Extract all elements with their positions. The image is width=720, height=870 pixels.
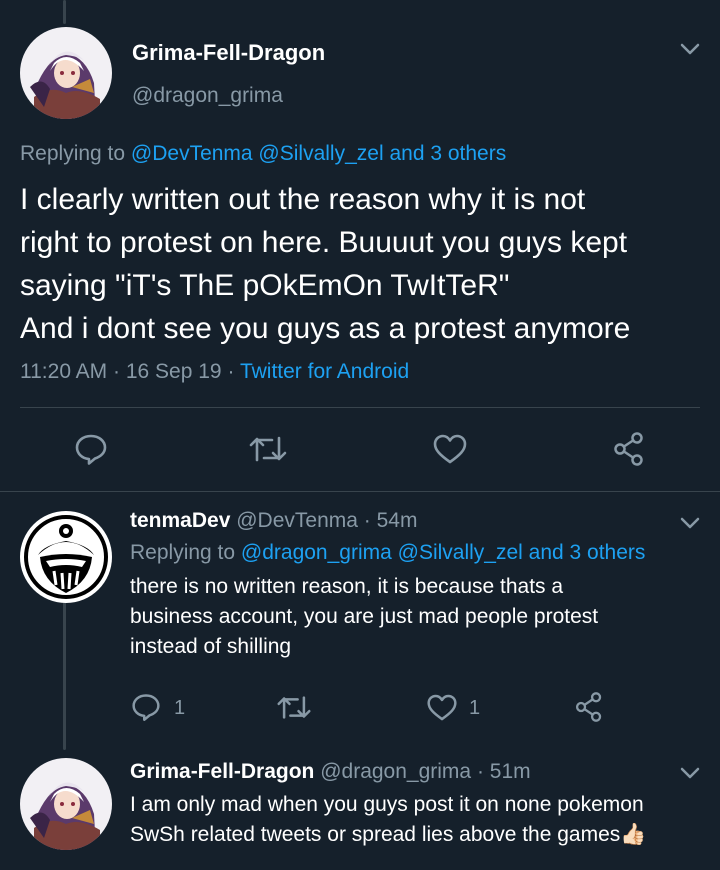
- reply-count: 1: [174, 697, 186, 719]
- thread-line-reply: [63, 600, 66, 750]
- divider: [20, 407, 700, 408]
- reply-icon[interactable]: [74, 432, 108, 466]
- reply-body-line: instead of shilling: [130, 635, 292, 658]
- replying-prefix: Replying to: [20, 142, 126, 165]
- share-icon[interactable]: [612, 431, 646, 467]
- display-name[interactable]: Grima-Fell-Dragon: [130, 760, 314, 783]
- meta-separator: ·: [113, 360, 121, 383]
- reply-body: I am only mad when you guys post it on n…: [130, 790, 646, 850]
- handle[interactable]: @DevTenma: [236, 509, 358, 532]
- tweet-body-line: I clearly written out the reason why it …: [20, 183, 586, 216]
- replying-users-link[interactable]: @DevTenma @Silvally_zel and 3 others: [131, 142, 506, 165]
- mask-avatar-icon: [20, 511, 112, 603]
- chevron-down-icon[interactable]: [679, 766, 701, 780]
- meta-separator: ·: [227, 360, 235, 383]
- replying-prefix: Replying to: [130, 541, 236, 564]
- tweet-date: 16 Sep 19: [125, 360, 222, 383]
- reply-header: tenmaDev @DevTenma · 54m: [130, 509, 417, 533]
- reply-body-line: I am only mad when you guys post it on n…: [130, 793, 644, 816]
- chevron-down-icon[interactable]: [679, 42, 701, 56]
- section-divider: [0, 491, 720, 492]
- reply-body-line: business account, you are just mad peopl…: [130, 605, 599, 628]
- reply-body-line: there is no written reason, it is becaus…: [130, 575, 564, 598]
- reply-header: Grima-Fell-Dragon @dragon_grima · 51m: [130, 760, 531, 784]
- anime-avatar-icon: [20, 758, 112, 850]
- reply-icon[interactable]: [131, 692, 161, 722]
- avatar[interactable]: [20, 511, 112, 603]
- tweet-meta: 11:20 AM · 16 Sep 19 · Twitter for Andro…: [20, 360, 409, 384]
- anime-avatar-icon: [20, 27, 112, 119]
- replying-users-link[interactable]: @dragon_grima @Silvally_zel and 3 others: [241, 541, 646, 564]
- like-icon[interactable]: [432, 433, 468, 465]
- reply-time: 51m: [489, 760, 531, 783]
- retweet-icon[interactable]: [276, 694, 312, 721]
- like-count: 1: [469, 697, 481, 719]
- display-name[interactable]: tenmaDev: [130, 509, 230, 532]
- tweet-body-line: right to protest on here. Buuuut you guy…: [20, 226, 628, 259]
- retweet-icon[interactable]: [248, 434, 288, 464]
- tweet-body-line: And i dont see you guys as a protest any…: [20, 312, 631, 345]
- tweet-source-link[interactable]: Twitter for Android: [240, 360, 409, 383]
- replying-to: Replying to @dragon_grima @Silvally_zel …: [130, 541, 645, 565]
- meta-separator: ·: [476, 760, 484, 783]
- reply-body: there is no written reason, it is becaus…: [130, 572, 598, 662]
- tweet-body: I clearly written out the reason why it …: [20, 178, 710, 350]
- replying-to: Replying to @DevTenma @Silvally_zel and …: [20, 142, 506, 166]
- tweet-time: 11:20 AM: [20, 360, 108, 383]
- reply-body-line: SwSh related tweets or spread lies above…: [130, 823, 621, 846]
- avatar[interactable]: [20, 27, 112, 119]
- meta-separator: ·: [363, 509, 371, 532]
- avatar[interactable]: [20, 758, 112, 850]
- display-name[interactable]: Grima-Fell-Dragon: [132, 40, 325, 66]
- share-icon[interactable]: [574, 691, 604, 723]
- reply-time: 54m: [376, 509, 418, 532]
- tweet-body-line: saying "iT's ThE pOkEmOn TwItTeR": [20, 269, 510, 302]
- like-icon[interactable]: [426, 693, 458, 722]
- thumbs-up-emoji: 👍🏻: [620, 823, 647, 846]
- handle[interactable]: @dragon_grima: [132, 84, 283, 108]
- thread-line-top: [63, 0, 66, 24]
- chevron-down-icon[interactable]: [679, 516, 701, 530]
- reply-body-line-wrap: SwSh related tweets or spread lies above…: [130, 820, 646, 850]
- handle[interactable]: @dragon_grima: [320, 760, 471, 783]
